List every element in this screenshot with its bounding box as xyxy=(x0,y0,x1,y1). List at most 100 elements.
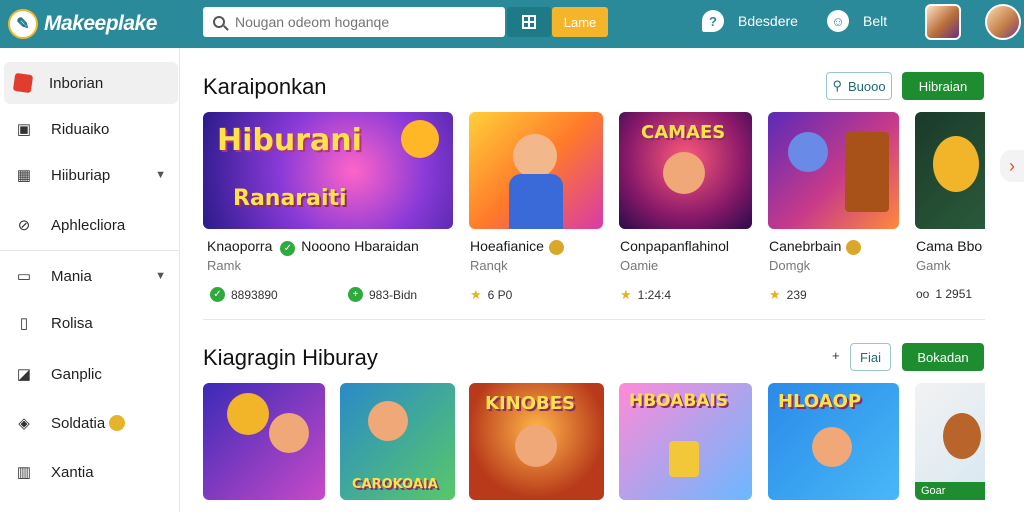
game-card[interactable] xyxy=(768,112,899,229)
filter-button-label: Buooo xyxy=(847,78,886,94)
character-icon xyxy=(663,152,705,194)
character-icon xyxy=(227,393,269,435)
card-title: Canebrbain xyxy=(769,238,862,255)
game-card[interactable]: KINOBES xyxy=(469,383,604,500)
character-icon xyxy=(269,413,309,453)
thumbnail-title: HLOAOP xyxy=(778,391,862,412)
coin-icon xyxy=(548,239,564,255)
game-thumbnail[interactable]: Hiburani Ranaraiti xyxy=(203,112,453,229)
sidebar-item-label: Hiiburiap xyxy=(51,166,111,184)
sidebar-item-label: Aphlecliora xyxy=(51,216,126,234)
next-arrow-button[interactable]: › xyxy=(1000,150,1024,182)
chart-icon: ▥ xyxy=(16,464,32,481)
game-card[interactable]: CAROKOAIA xyxy=(340,383,455,500)
game-card[interactable]: Hiburani Ranaraiti xyxy=(203,112,453,229)
arcade-cabinet xyxy=(845,132,889,212)
card-subtitle: Domgk xyxy=(769,258,811,273)
thumbnail-title: KINOBES xyxy=(485,393,575,414)
calendar-icon: ▦ xyxy=(16,167,32,184)
logo[interactable]: ✎ Makeeplake xyxy=(8,9,198,39)
sidebar-item-xantia[interactable]: ▥ Xantia xyxy=(4,451,178,493)
sidebar-item-label: Mania xyxy=(51,267,92,285)
card-stat: oo 1 2951 xyxy=(916,287,973,301)
profile-avatar[interactable] xyxy=(985,4,1021,40)
game-thumbnail[interactable]: Goar xyxy=(915,383,985,500)
filter-button[interactable]: ⚲ Buooo xyxy=(826,72,892,100)
game-card[interactable]: CAMAES xyxy=(619,112,752,229)
sidebar-item-rolisa[interactable]: ▯ Rolisa xyxy=(4,302,178,344)
character-body xyxy=(509,174,563,229)
game-thumbnail[interactable] xyxy=(768,112,899,229)
go-button[interactable]: Lame xyxy=(552,7,608,37)
thumbnail-banner: Goar xyxy=(915,482,985,500)
coin-icon xyxy=(846,239,862,255)
section-title: Kiagragin Hiburay xyxy=(203,345,378,370)
game-icon: ◪ xyxy=(16,366,32,383)
sidebar-item-hiiburiap[interactable]: ▦ Hiiburiap ▼ xyxy=(4,154,178,196)
card-stat-secondary: +983-Bidn xyxy=(348,287,417,302)
sidebar-item-label: Rolisa xyxy=(51,314,93,332)
header-item-label: Bdesdere xyxy=(738,13,798,29)
header-item-account[interactable]: ☺ Belt xyxy=(827,10,887,32)
character-icon xyxy=(368,401,408,441)
sidebar-item-mania[interactable]: ▭ Mania ▼ xyxy=(4,255,178,297)
game-thumbnail[interactable]: HLOAOP xyxy=(768,383,899,500)
bag-icon: ▣ xyxy=(16,121,32,138)
sidebar-item-aphlecliora[interactable]: ⊘ Aphlecliora xyxy=(4,204,178,246)
thumbnail-title: Hiburani xyxy=(217,123,362,158)
section-action-button[interactable]: Bokadan xyxy=(902,343,984,371)
header-item-messages[interactable]: ? Bdesdere xyxy=(702,10,798,32)
character-icon xyxy=(812,427,852,467)
sidebar-item-label: Riduaiko xyxy=(51,120,110,138)
card-rating: ★ 1:24:4 xyxy=(620,287,672,302)
check-icon: ✓ xyxy=(210,287,225,302)
game-card[interactable]: HLOAOP xyxy=(768,383,899,500)
card-subtitle: Oamie xyxy=(620,258,659,273)
section-title: Karaiponkan xyxy=(203,74,327,99)
game-thumbnail[interactable]: KINOBES xyxy=(469,383,604,500)
app-name: Makeeplake xyxy=(44,12,157,35)
box-icon: ◈ xyxy=(18,415,30,432)
card-rating: ★ 239 xyxy=(769,287,807,302)
game-card[interactable]: Goar xyxy=(915,383,985,500)
avatar[interactable] xyxy=(925,4,961,40)
character-icon xyxy=(515,425,557,467)
phone-icon: ▯ xyxy=(19,315,29,332)
card-title: Conpapanflahinol xyxy=(620,238,729,254)
game-card[interactable] xyxy=(915,112,985,229)
sidebar-item-ganplic[interactable]: ◪ Ganplic xyxy=(4,353,178,395)
grid-icon xyxy=(522,15,536,29)
search-bar[interactable] xyxy=(203,7,505,37)
game-thumbnail[interactable] xyxy=(203,383,325,500)
header-item-label: Belt xyxy=(863,13,888,29)
grid-button[interactable] xyxy=(507,7,551,37)
card-title: Cama Bbo xyxy=(916,238,983,254)
game-thumbnail[interactable] xyxy=(469,112,603,229)
filter-button[interactable]: Fiai xyxy=(850,343,891,371)
block-icon: ⊘ xyxy=(17,217,31,234)
sidebar-item-inborian[interactable]: Inborian xyxy=(4,62,178,104)
character-icon xyxy=(788,132,828,172)
search-input[interactable] xyxy=(235,14,485,30)
verified-icon: ✓ xyxy=(280,241,296,256)
game-thumbnail[interactable] xyxy=(915,112,985,229)
sidebar-item-soldatia[interactable]: ◈ Soldatia xyxy=(4,402,178,444)
game-thumbnail[interactable]: HBOABAIS xyxy=(619,383,752,500)
sidebar-item-label: Ganplic xyxy=(51,365,102,383)
game-thumbnail[interactable]: CAROKOAIA xyxy=(340,383,455,500)
chevron-right-icon: › xyxy=(1009,155,1015,176)
thumbnail-subtitle: Ranaraiti xyxy=(233,186,347,211)
game-thumbnail[interactable]: CAMAES xyxy=(619,112,752,229)
game-card[interactable] xyxy=(203,383,325,500)
game-card[interactable]: HBOABAIS xyxy=(619,383,752,500)
section-action-button[interactable]: Hibraian xyxy=(902,72,984,100)
card-stat: ✓ 8893890 xyxy=(210,287,278,302)
add-button[interactable]: + xyxy=(832,348,840,363)
thumbnail-title: CAROKOAIA xyxy=(352,477,438,492)
game-card[interactable] xyxy=(469,112,603,229)
sidebar-item-riduaiko[interactable]: ▣ Riduaiko xyxy=(4,108,178,150)
sidebar: Inborian ▣ Riduaiko ▦ Hiiburiap ▼ ⊘ Aphl… xyxy=(0,48,180,512)
card-title: Knaoporra ✓ Nooono Hbaraidan xyxy=(207,238,419,256)
players-icon: oo xyxy=(916,287,930,301)
star-icon: ★ xyxy=(470,287,482,302)
